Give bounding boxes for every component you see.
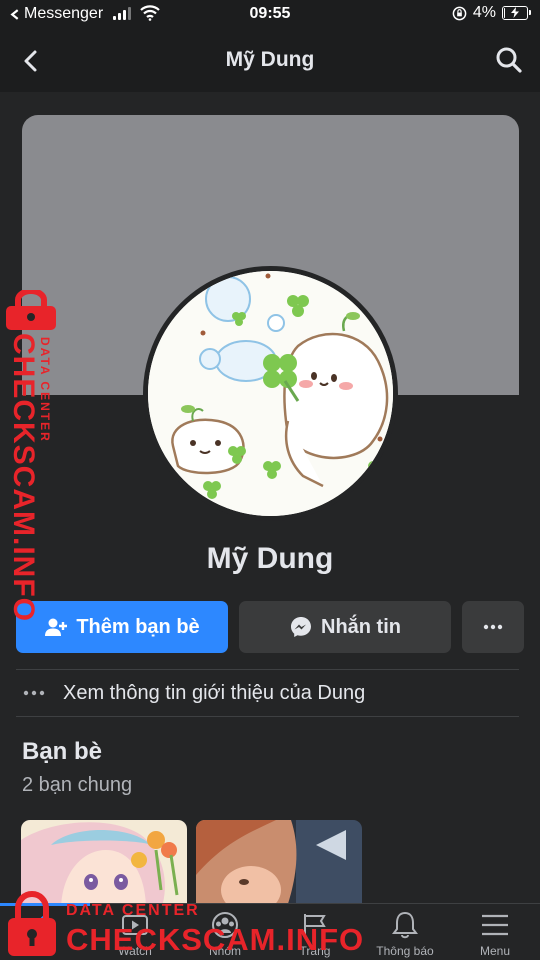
search-button[interactable]: [494, 45, 524, 75]
watermark-lock-icon: [8, 891, 56, 956]
status-bar: Messenger 09:55 4%: [0, 0, 540, 30]
messenger-icon: [291, 617, 311, 637]
nav-item-notifications[interactable]: Thông báo: [360, 904, 450, 960]
search-icon: [496, 47, 522, 73]
profile-name: Mỹ Dung: [206, 542, 334, 575]
intro-row[interactable]: Xem thông tin giới thiệu của Dung: [0, 670, 540, 716]
profile-header: Mỹ Dung: [0, 30, 540, 92]
add-friend-button[interactable]: Thêm bạn bè: [16, 601, 228, 653]
profile-picture[interactable]: [143, 266, 398, 521]
message-label: Nhắn tin: [321, 615, 401, 638]
avatar-cartoon-image: [148, 271, 393, 516]
chevron-left-icon: [24, 50, 37, 72]
battery-icon: [502, 6, 531, 20]
rotation-lock-icon: [452, 6, 467, 20]
battery-percent: 4%: [472, 4, 496, 21]
menu-icon: [482, 914, 508, 936]
nav-item-menu[interactable]: Menu: [450, 904, 540, 960]
watermark-side-top: DATA CENTER: [38, 337, 52, 443]
header-title: Mỹ Dung: [225, 48, 315, 71]
more-options-button[interactable]: [462, 601, 524, 653]
watermark-side-main: CHECKSCAM.INFO: [7, 333, 40, 622]
message-button[interactable]: Nhắn tin: [239, 601, 451, 653]
nav-label: Menu: [479, 944, 511, 958]
nav-label: Thông báo: [376, 944, 434, 958]
intro-text: Xem thông tin giới thiệu của Dung: [63, 682, 366, 704]
back-button[interactable]: [16, 46, 46, 76]
friends-section-title: Bạn bè: [22, 738, 103, 765]
more-horizontal-icon: [483, 624, 503, 630]
friend-photo: [196, 820, 362, 910]
bell-icon: [392, 911, 418, 939]
add-friend-label: Thêm bạn bè: [76, 615, 200, 638]
watermark-bottom-top: DATA CENTER: [66, 902, 200, 919]
more-horizontal-icon: [23, 690, 45, 696]
add-friend-icon: [45, 618, 68, 636]
watermark-side: DATA CENTER CHECKSCAM.INFO: [5, 333, 55, 622]
watermark-bottom-main: CHECKSCAM.INFO: [66, 922, 365, 957]
friend-card[interactable]: [196, 820, 362, 910]
divider: [16, 716, 519, 717]
mutual-friends-count[interactable]: 2 bạn chung: [22, 774, 132, 797]
watermark-lock-icon: [6, 290, 56, 330]
